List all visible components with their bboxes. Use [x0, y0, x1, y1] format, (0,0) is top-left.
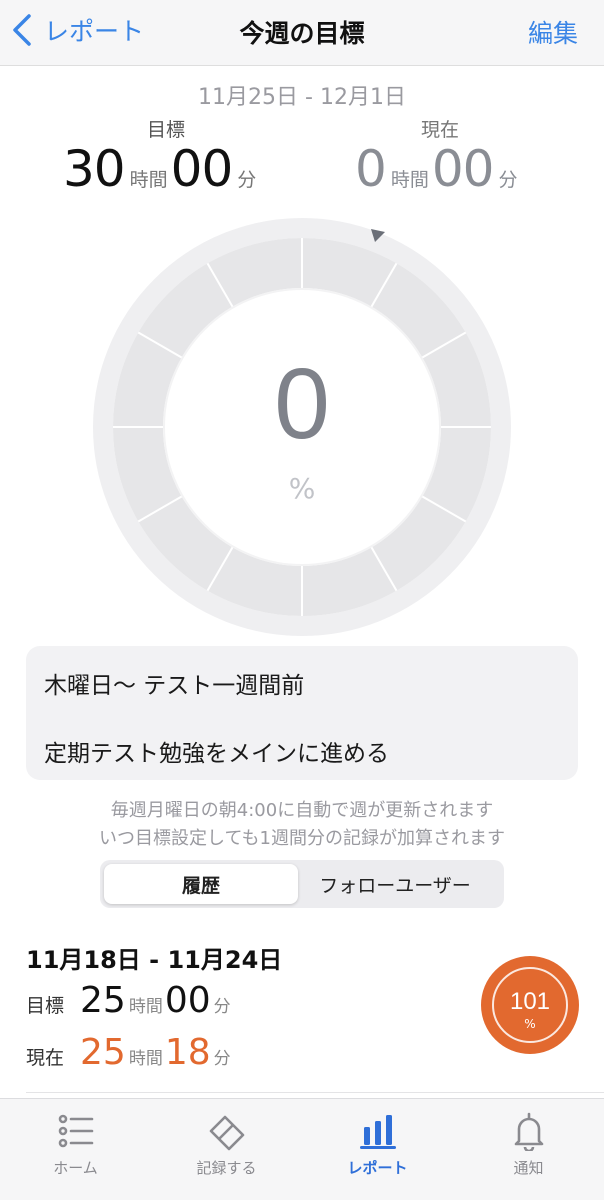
history-current-minutes: 18 — [164, 1032, 211, 1073]
goal-memo-card[interactable]: 木曜日〜 テスト一週間前 定期テスト勉強をメインに進める — [26, 646, 578, 780]
current-label: 現在 — [421, 119, 460, 141]
current-minutes: 00 — [431, 140, 495, 198]
bar-chart-icon — [360, 1115, 396, 1149]
history-current-hours: 25 — [80, 1032, 126, 1073]
history-goal-row: 目標 25 時間 00 分 — [26, 980, 233, 1021]
progress-percent-sign: % — [288, 472, 316, 505]
goal-minutes: 00 — [170, 140, 234, 198]
back-button-label: レポート — [44, 17, 145, 46]
hours-unit: 時間 — [390, 169, 429, 191]
back-button[interactable]: レポート — [10, 10, 144, 50]
history-goal-label: 目標 — [26, 995, 65, 1017]
minutes-unit: 分 — [237, 169, 257, 191]
memo-line: 定期テスト勉強をメインに進める — [44, 741, 389, 767]
history-percent: 101 — [509, 988, 551, 1015]
history-current-row: 現在 25 時間 18 分 — [26, 1032, 233, 1073]
history-date-range: 11月18日 - 11月24日 — [26, 946, 283, 974]
minutes-unit: 分 — [213, 1049, 231, 1069]
tab-record[interactable]: 記録する — [151, 1099, 302, 1200]
hours-unit: 時間 — [128, 1049, 163, 1069]
edit-button[interactable]: 編集 — [528, 14, 578, 50]
history-percent-badge[interactable]: 101 % — [481, 956, 579, 1054]
history-goal-minutes: 00 — [164, 980, 211, 1021]
hours-unit: 時間 — [128, 997, 163, 1017]
minutes-unit: 分 — [498, 169, 518, 191]
history-segmented-control: 履歴 フォローユーザー — [100, 860, 504, 908]
tab-record-label: 記録する — [196, 1159, 257, 1177]
chevron-left-icon — [13, 14, 31, 46]
current-hours: 0 — [355, 140, 387, 198]
bell-icon — [514, 1112, 544, 1151]
tab-bar: ホーム 記録する レポート 通知 — [0, 1098, 604, 1200]
tab-home-label: ホーム — [53, 1159, 98, 1177]
tab-report-label: レポート — [347, 1159, 408, 1177]
history-percent-sign: % — [524, 1017, 536, 1031]
navigation-bar: レポート 今週の目標 編集 — [0, 0, 604, 66]
progress-percent: 0 — [274, 348, 330, 460]
history-goal-hours: 25 — [80, 980, 126, 1021]
minutes-unit: 分 — [213, 997, 231, 1017]
tab-report[interactable]: レポート — [302, 1099, 453, 1200]
goal-hours: 30 — [63, 140, 126, 198]
update-note: 毎週月曜日の朝4:00に自動で週が更新されます — [110, 800, 494, 821]
segment-history[interactable]: 履歴 — [104, 864, 298, 904]
tab-notifications[interactable]: 通知 — [453, 1099, 604, 1200]
tab-notifications-label: 通知 — [513, 1159, 544, 1177]
eraser-icon — [209, 1115, 245, 1151]
list-icon — [58, 1114, 94, 1148]
memo-line: 木曜日〜 テスト一週間前 — [44, 673, 305, 699]
record-note: いつ目標設定しても1週間分の記録が加算されます — [98, 828, 505, 849]
history-current-label: 現在 — [26, 1047, 65, 1069]
segment-follow-users[interactable]: フォローユーザー — [298, 864, 492, 904]
week-date-range: 11月25日 - 12月1日 — [198, 85, 406, 110]
list-divider — [26, 1092, 604, 1093]
tab-home[interactable]: ホーム — [0, 1099, 151, 1200]
current-time: 0 時間 00 分 — [355, 140, 520, 198]
goal-label: 目標 — [147, 119, 186, 141]
hours-unit: 時間 — [129, 169, 168, 191]
goal-time: 30 時間 00 分 — [63, 140, 259, 198]
